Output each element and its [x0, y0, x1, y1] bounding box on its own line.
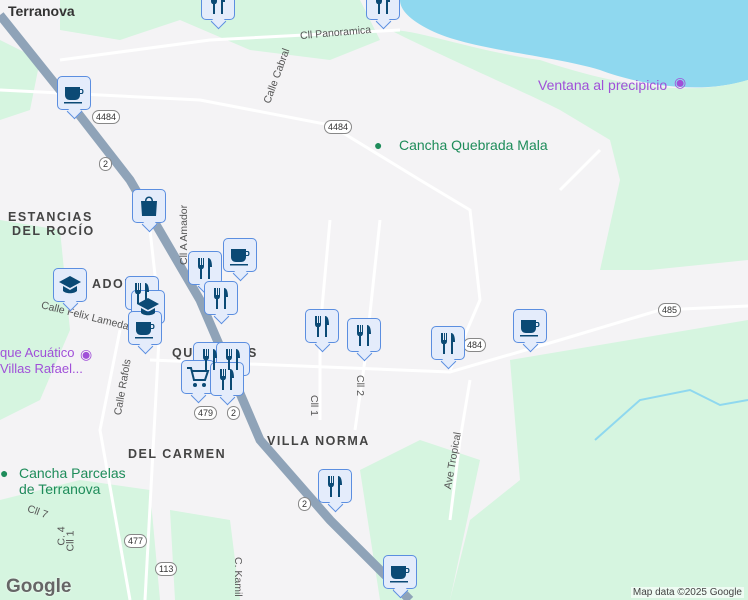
- cafe-marker[interactable]: [57, 76, 91, 110]
- route-shield-113: 113: [155, 562, 178, 576]
- restaurant-icon: [214, 288, 228, 309]
- label-cancha-parcelas: Cancha Parcelas: [19, 465, 126, 481]
- restaurant-marker[interactable]: [347, 318, 381, 352]
- restaurant-marker[interactable]: [201, 0, 235, 20]
- label-parque-acuatico: que Acuático: [0, 345, 75, 360]
- park-poi-icon[interactable]: ●: [374, 137, 382, 153]
- cafe-marker[interactable]: [128, 311, 162, 345]
- coffee-icon: [230, 249, 250, 266]
- route-shield-2: 2: [99, 157, 113, 171]
- restaurant-icon: [315, 316, 329, 337]
- coffee-icon: [520, 320, 540, 337]
- grocery-marker[interactable]: [181, 360, 215, 394]
- label-ventana-al-precipicio: Ventana al precipicio: [538, 77, 668, 93]
- label-villa-norma: VILLA NORMA: [267, 434, 370, 448]
- map-attribution[interactable]: Map data ©2025 Google: [630, 587, 744, 598]
- cafe-marker[interactable]: [383, 555, 417, 589]
- restaurant-icon: [328, 476, 342, 497]
- cafe-marker[interactable]: [513, 309, 547, 343]
- label-cll-1-b: Cll 1: [64, 530, 77, 552]
- coffee-icon: [135, 322, 155, 339]
- label-terranova: Terranova: [8, 3, 75, 19]
- restaurant-icon: [376, 0, 390, 14]
- label-de-terranova: de Terranova: [19, 481, 101, 497]
- cafe-marker[interactable]: [223, 238, 257, 272]
- restaurant-marker[interactable]: [366, 0, 400, 20]
- restaurant-marker[interactable]: [188, 251, 222, 285]
- graduation-cap-icon: [59, 276, 81, 294]
- label-cll-2: Cll 2: [354, 375, 366, 397]
- restaurant-icon: [357, 325, 371, 346]
- label-c-kamil: C. Kamil: [232, 557, 244, 597]
- label-cll-1: Cll 1: [308, 395, 320, 417]
- route-shield-479: 479: [194, 406, 218, 420]
- restaurant-icon: [211, 0, 225, 14]
- label-del-carmen: DEL CARMEN: [128, 447, 227, 461]
- coffee-icon: [64, 87, 84, 104]
- shopping-cart-icon: [186, 367, 209, 388]
- route-shield-485: 485: [658, 303, 682, 317]
- restaurant-icon: [441, 333, 455, 354]
- waterpark-poi-icon[interactable]: ◉: [80, 346, 92, 363]
- route-shield-4484-b: 4484: [324, 120, 353, 134]
- route-shield-2-c: 2: [298, 497, 312, 511]
- route-shield-477: 477: [124, 534, 148, 548]
- google-logo: Google: [6, 576, 72, 597]
- label-estancias: ESTANCIAS: [8, 210, 93, 224]
- label-villas-rafael: Villas Rafael...: [0, 361, 83, 376]
- route-shield-4484: 4484: [92, 110, 121, 124]
- restaurant-marker[interactable]: [431, 326, 465, 360]
- camera-poi-icon[interactable]: ◉: [674, 74, 686, 91]
- route-shield-2-b: 2: [227, 406, 241, 420]
- restaurant-marker[interactable]: [305, 309, 339, 343]
- coffee-icon: [390, 566, 410, 583]
- label-del-rocio: DEL ROCÍO: [12, 224, 95, 238]
- park-poi-icon-2[interactable]: ●: [0, 465, 8, 481]
- restaurant-marker[interactable]: [318, 469, 352, 503]
- shopping-bag-icon: [141, 196, 157, 216]
- school-marker[interactable]: [53, 268, 87, 302]
- label-cancha-quebrada-mala: Cancha Quebrada Mala: [399, 137, 548, 153]
- restaurant-icon: [220, 369, 234, 390]
- restaurant-icon: [198, 258, 212, 279]
- route-shield-484: 484: [463, 338, 487, 352]
- shopping-marker[interactable]: [132, 189, 166, 223]
- restaurant-marker[interactable]: [204, 281, 238, 315]
- restaurant-marker[interactable]: [210, 362, 244, 396]
